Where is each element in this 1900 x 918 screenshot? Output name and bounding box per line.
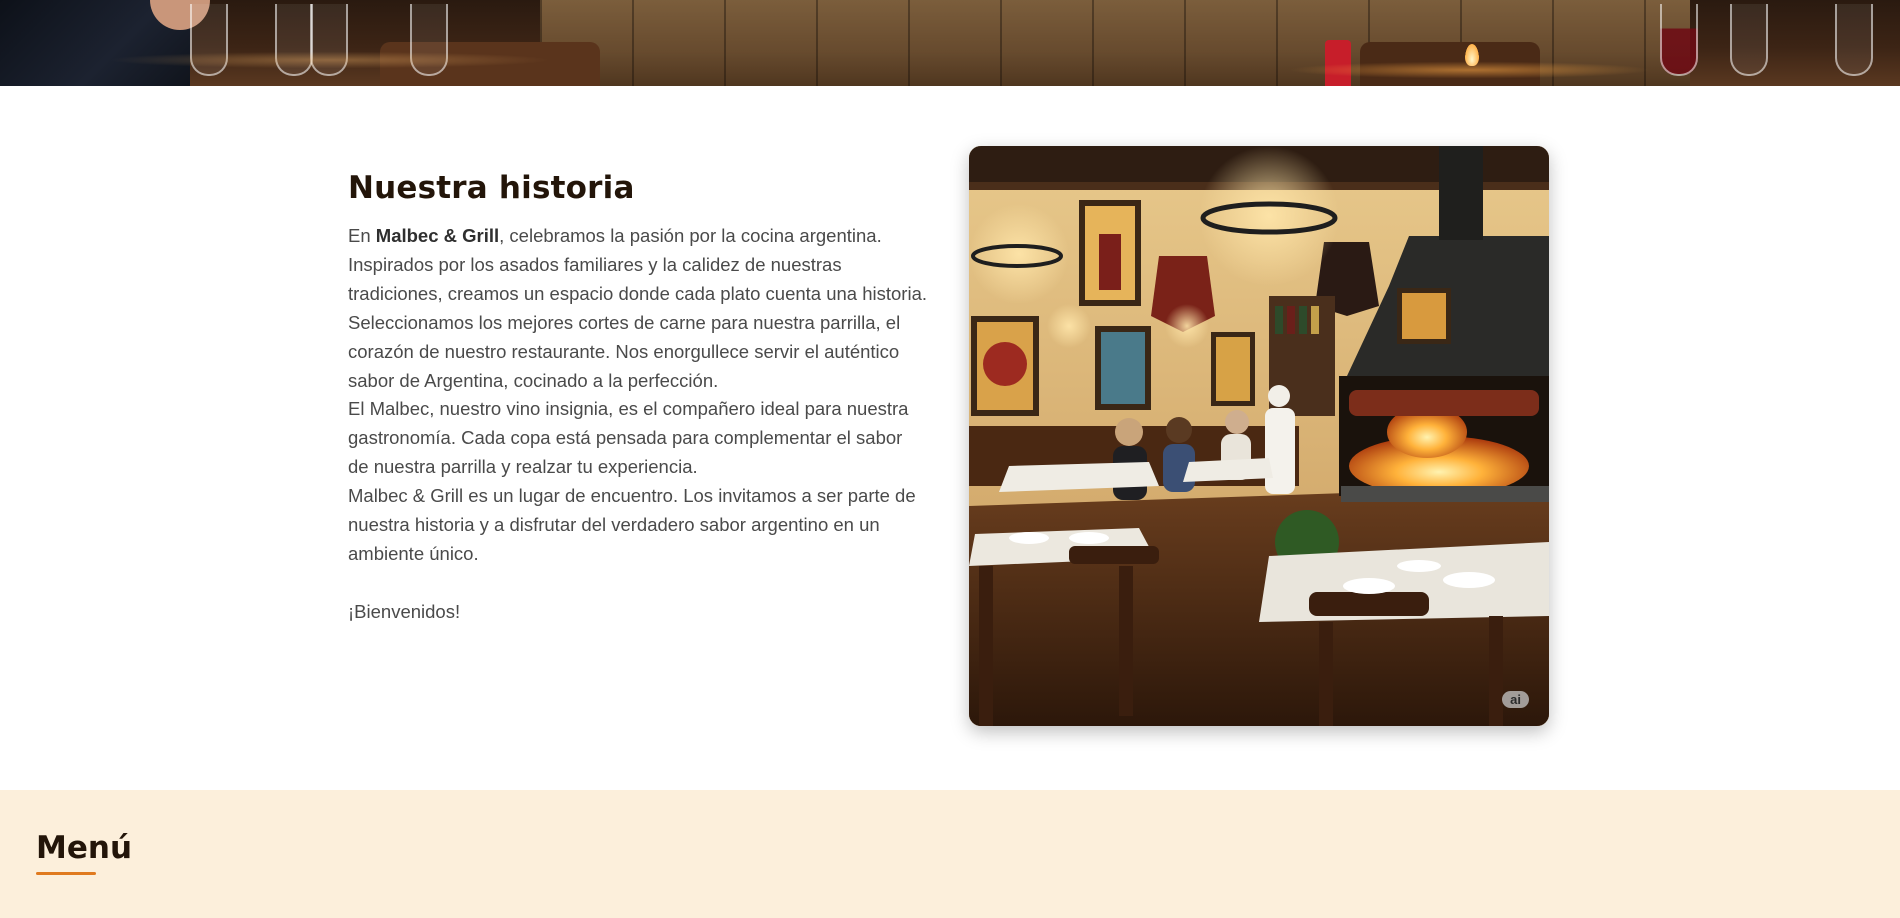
hero-banner-image	[0, 0, 1900, 86]
story-brand-name: Malbec & Grill	[375, 225, 500, 246]
story-welcome: ¡Bienvenidos!	[348, 600, 461, 622]
story-paragraph: Malbec & Grill es un lugar de encuentro.…	[348, 485, 916, 564]
story-text-column: Nuestra historia En Malbec & Grill, cele…	[348, 170, 928, 627]
story-intro-prefix: En	[348, 225, 376, 246]
story-paragraph: El Malbec, nuestro vino insignia, es el …	[348, 398, 909, 478]
ai-image-badge: ai	[1502, 691, 1529, 708]
menu-title-underline	[36, 872, 96, 875]
restaurant-interior-image: ai	[969, 146, 1549, 726]
story-paragraph: Seleccionamos los mejores cortes de carn…	[348, 311, 901, 391]
hero-warm-light	[0, 0, 1900, 86]
story-title: Nuestra historia	[348, 170, 635, 206]
menu-section: Menú	[0, 790, 1900, 918]
menu-title: Menú	[36, 830, 133, 866]
story-section: Nuestra historia En Malbec & Grill, cele…	[0, 86, 1900, 790]
restaurant-interior-illustration	[969, 146, 1549, 726]
story-paragraph: En Malbec & Grill, celebramos la pasión …	[348, 222, 928, 309]
